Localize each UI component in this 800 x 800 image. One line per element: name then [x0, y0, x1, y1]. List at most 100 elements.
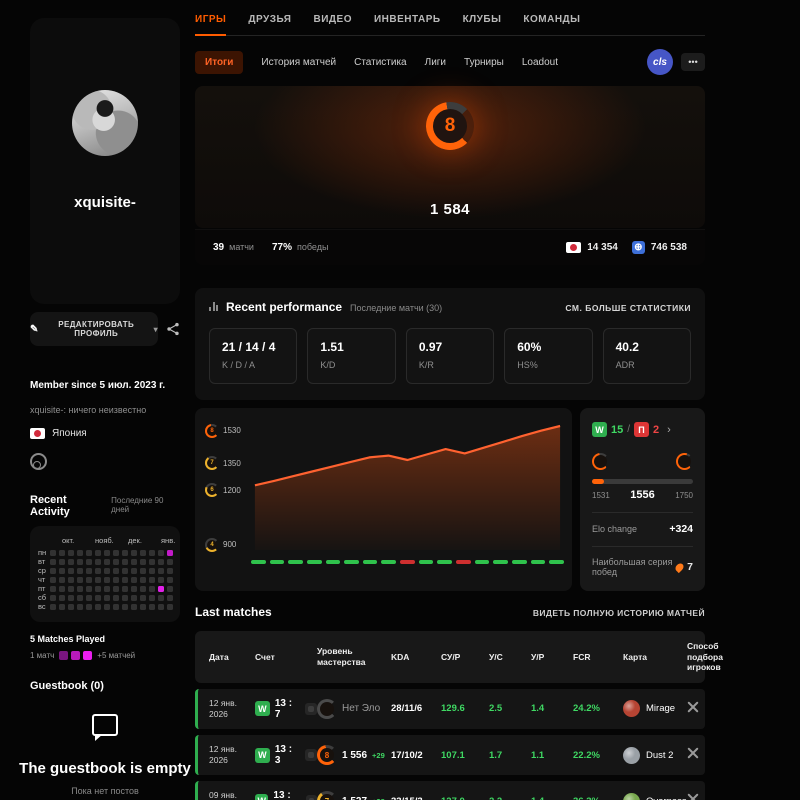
map-name: Dust 2 — [646, 750, 673, 761]
world-rank: ⊕ 746 538 — [632, 241, 687, 254]
heatmap-cell — [131, 550, 137, 556]
country-label: Япония — [52, 428, 87, 439]
more-options-button[interactable]: ••• — [681, 53, 705, 71]
heatmap-cell — [50, 604, 56, 610]
win-dash — [512, 560, 527, 564]
y-tick-label: 1200 — [223, 486, 241, 495]
region-rank: 14 354 — [566, 242, 618, 253]
day-label: вс — [38, 604, 46, 610]
profile-info: Member since 5 июл. 2023 г. xquisite-: н… — [30, 380, 180, 470]
col-header: Способ подбора игроков — [687, 641, 719, 673]
profile-page: { "profile": { "name": "xquisite-", "edi… — [0, 0, 800, 800]
elo-gain: +29 — [372, 751, 385, 760]
heatmap-cell — [131, 604, 137, 610]
subnav-tab-лиги[interactable]: Лиги — [425, 57, 446, 68]
kills-per-death: 2.2 — [489, 796, 531, 800]
result-badge: W — [255, 701, 270, 716]
nav-tab-инвентарь[interactable]: ИНВЕНТАРЬ — [374, 14, 441, 25]
nav-tab-команды[interactable]: КОМАНДЫ — [523, 14, 580, 25]
match-row[interactable]: 12 янв.2026W13 : 7Нет Эло28/11/6129.62.5… — [195, 689, 705, 729]
day-label: чт — [38, 577, 46, 583]
col-header: Дата — [209, 652, 255, 663]
share-icon[interactable] — [166, 322, 180, 336]
heatmap-cell — [68, 568, 74, 574]
subnav-tab-турниры[interactable]: Турниры — [464, 57, 504, 68]
matchmaking-cell — [687, 792, 719, 800]
map-icon-dust2 — [623, 747, 640, 764]
match-map: Mirage — [623, 700, 687, 717]
heatmap-cell — [158, 586, 164, 592]
replay-icon[interactable] — [305, 703, 317, 715]
performance-stats: 21 / 14 / 4K / D / A1.51K/D0.97K/R60%HS%… — [209, 328, 691, 384]
stat-label: K/D — [320, 360, 382, 370]
speech-bubble-icon — [92, 714, 118, 736]
skill-level-8-icon — [592, 453, 609, 470]
matchmaking-type-icon[interactable] — [687, 747, 699, 759]
heatmap-cell — [158, 577, 164, 583]
heatmap-cell — [59, 586, 65, 592]
edit-profile-label: РЕДАКТИРОВАТЬ ПРОФИЛЬ — [44, 320, 149, 338]
match-results-strip — [251, 560, 564, 564]
subnav-tab-статистика[interactable]: Статистика — [354, 57, 407, 68]
see-more-stats-link[interactable]: СМ. БОЛЬШЕ СТАТИСТИКИ — [565, 303, 691, 313]
subnav-tab-история-матчей[interactable]: История матчей — [261, 57, 336, 68]
matchmaking-type-icon[interactable] — [687, 793, 699, 800]
col-header: Карта — [623, 652, 687, 663]
full-history-link[interactable]: ВИДЕТЬ ПОЛНУЮ ИСТОРИЮ МАТЧЕЙ — [533, 608, 705, 618]
month-label: окт. — [62, 536, 74, 545]
col-header: У/С — [489, 652, 531, 663]
elo-gain: +28 — [372, 797, 385, 800]
heatmap-cell — [59, 559, 65, 565]
map-name: Mirage — [646, 703, 675, 714]
heatmap-cell — [95, 550, 101, 556]
heatmap-cell — [50, 550, 56, 556]
subnav-tab-итоги[interactable]: Итоги — [195, 51, 243, 74]
match-score: W13 : 7 — [255, 698, 317, 720]
avatar[interactable] — [72, 90, 138, 156]
heatmap-cell — [167, 604, 173, 610]
heatmap-cell — [68, 595, 74, 601]
nav-tab-видео[interactable]: ВИДЕО — [313, 14, 351, 25]
top-nav: ИГРЫ ДРУЗЬЯ ВИДЕО ИНВЕНТАРЬ КЛУБЫ КОМАНДЫ — [195, 14, 705, 36]
cs2-game-icon[interactable]: cls — [647, 49, 673, 75]
heatmap-cell — [68, 550, 74, 556]
match-row[interactable]: 09 янв.2026W13 : 1071 527+2833/15/3127.0… — [195, 781, 705, 800]
heatmap-cell — [131, 595, 137, 601]
steam-icon[interactable] — [30, 453, 47, 470]
nav-tab-друзья[interactable]: ДРУЗЬЯ — [248, 14, 291, 25]
map-name: Overpass — [646, 796, 687, 800]
heatmap-cell — [95, 577, 101, 583]
edit-profile-button[interactable]: ✎ РЕДАКТИРОВАТЬ ПРОФИЛЬ ▾ — [30, 312, 158, 346]
heatmap-cell — [158, 595, 164, 601]
month-label: нояб. — [95, 536, 114, 545]
replay-icon[interactable] — [305, 749, 317, 761]
score-value: 13 : 10 — [273, 790, 301, 800]
subnav-tab-loadout[interactable]: Loadout — [522, 57, 558, 68]
heatmap-cell — [77, 586, 83, 592]
heatmap-cell — [158, 568, 164, 574]
current-elo: 1556 — [630, 489, 654, 501]
performance-title: Recent performance — [226, 300, 342, 314]
stat-label: HS% — [517, 360, 579, 370]
nav-tab-игры[interactable]: ИГРЫ — [195, 14, 226, 25]
win-loss-row[interactable]: W 15 / П 2 › — [592, 422, 693, 437]
matches-count: 39 — [213, 242, 224, 253]
heatmap-cell — [122, 577, 128, 583]
bar-chart-icon — [209, 302, 218, 311]
match-date: 12 янв.2026 — [209, 744, 255, 766]
level-ceiling: 1750 — [675, 491, 693, 500]
heatmap-cell — [104, 559, 110, 565]
match-row[interactable]: 12 янв.2026W13 : 381 556+2917/10/2107.11… — [195, 735, 705, 775]
stat-value: 0.97 — [419, 340, 481, 354]
matchmaking-type-icon[interactable] — [687, 701, 699, 713]
legend-swatch — [71, 651, 80, 660]
winrate-label: победы — [297, 242, 328, 252]
damage-per-round: 107.1 — [441, 750, 489, 761]
replay-icon[interactable] — [306, 795, 317, 800]
heatmap-cell — [113, 586, 119, 592]
win-dash — [307, 560, 322, 564]
nav-tab-клубы[interactable]: КЛУБЫ — [463, 14, 502, 25]
heatmap-cell — [149, 559, 155, 565]
day-label: вт — [38, 559, 46, 565]
chevron-right-icon[interactable]: › — [667, 424, 671, 436]
